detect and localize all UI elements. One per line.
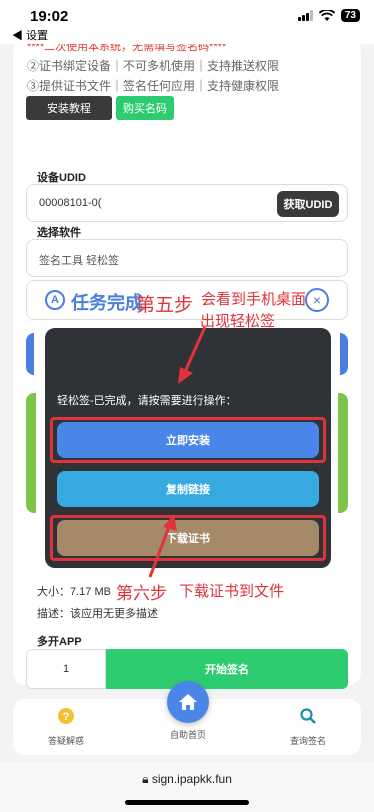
back-to-settings[interactable]: ◀ 设置	[0, 30, 374, 44]
background-button-edge	[26, 333, 34, 375]
help-icon: ?	[58, 708, 74, 724]
url-text: sign.ipapkk.fun	[151, 772, 232, 786]
nav-help-label: 答疑解惑	[47, 736, 84, 746]
feature-line: ③提供证书文件｜签名任何应用｜支持健康权限	[27, 79, 280, 93]
buy-code-button[interactable]: 购买名码	[116, 96, 174, 120]
step6-annotation: 第六步	[116, 584, 167, 604]
background-button-edge	[340, 333, 348, 375]
search-icon	[300, 708, 316, 724]
start-sign-button[interactable]: 开始签名	[106, 649, 348, 689]
udid-label: 设备UDID	[37, 172, 86, 184]
close-icon[interactable]: ×	[305, 288, 329, 312]
nav-query-label: 查询签名	[289, 736, 326, 746]
get-udid-button[interactable]: 获取UDID	[277, 191, 339, 217]
background-panel-edge	[338, 393, 348, 513]
battery-icon: 73	[340, 9, 360, 22]
reuse-note: ****二次使用本系统，无需填写签名码****	[27, 44, 227, 53]
lock-icon: 🔒︎	[142, 772, 152, 786]
app-description: 描述：该应用无更多描述	[37, 608, 158, 620]
dialog-message: 轻松签-已完成，请按需要进行操作：	[57, 395, 237, 407]
udid-value: 00008101-0(	[39, 197, 102, 209]
step5-annotation: 第五步	[136, 294, 194, 316]
nav-home-button[interactable]	[167, 681, 209, 723]
status-icons: 73	[297, 9, 360, 22]
multi-app-label: 多开APP	[37, 636, 82, 648]
svg-text:?: ?	[63, 711, 70, 723]
url-display[interactable]: 🔒︎ sign.ipapkk.fun	[0, 772, 374, 787]
app-size: 大小：7.17 MB	[37, 586, 111, 598]
app-store-icon: A	[45, 290, 65, 310]
status-bar: 19:02 73	[0, 0, 374, 30]
nav-help[interactable]: ? 答疑解惑	[21, 707, 111, 747]
software-select[interactable]: 签名工具 轻松签	[26, 239, 348, 277]
background-panel-edge	[26, 393, 36, 513]
home-icon	[179, 694, 197, 710]
udid-field[interactable]: 00008101-0( 获取UDID	[26, 184, 348, 222]
nav-query[interactable]: 查询签名	[263, 707, 353, 747]
highlight-install	[50, 417, 326, 463]
software-value: 签名工具 轻松签	[39, 255, 120, 267]
install-tutorial-button[interactable]: 安装教程	[26, 96, 112, 120]
step6-note: 下载证书到文件	[179, 582, 285, 600]
step5-note: 会看到手机桌面	[201, 290, 307, 308]
signal-icon	[297, 10, 313, 21]
wifi-icon	[318, 9, 335, 21]
step5-note: 出现轻松签	[200, 312, 276, 330]
nav-home-label: 自助首页	[169, 730, 206, 740]
software-label: 选择软件	[37, 227, 81, 239]
quantity-field[interactable]: 1	[26, 649, 106, 689]
task-title: 任务完成	[71, 293, 143, 313]
browser-url-bar: 🔒︎ sign.ipapkk.fun	[0, 762, 374, 812]
home-indicator	[125, 800, 249, 805]
highlight-download	[50, 515, 326, 561]
feature-line: ②证书绑定设备｜不可多机使用｜支持推送权限	[27, 59, 280, 73]
copy-link-button[interactable]: 复制链接	[57, 471, 319, 507]
page-content: ****二次使用本系统，无需填写签名码**** ②证书绑定设备｜不可多机使用｜支…	[0, 44, 374, 762]
status-time: 19:02	[30, 8, 69, 25]
